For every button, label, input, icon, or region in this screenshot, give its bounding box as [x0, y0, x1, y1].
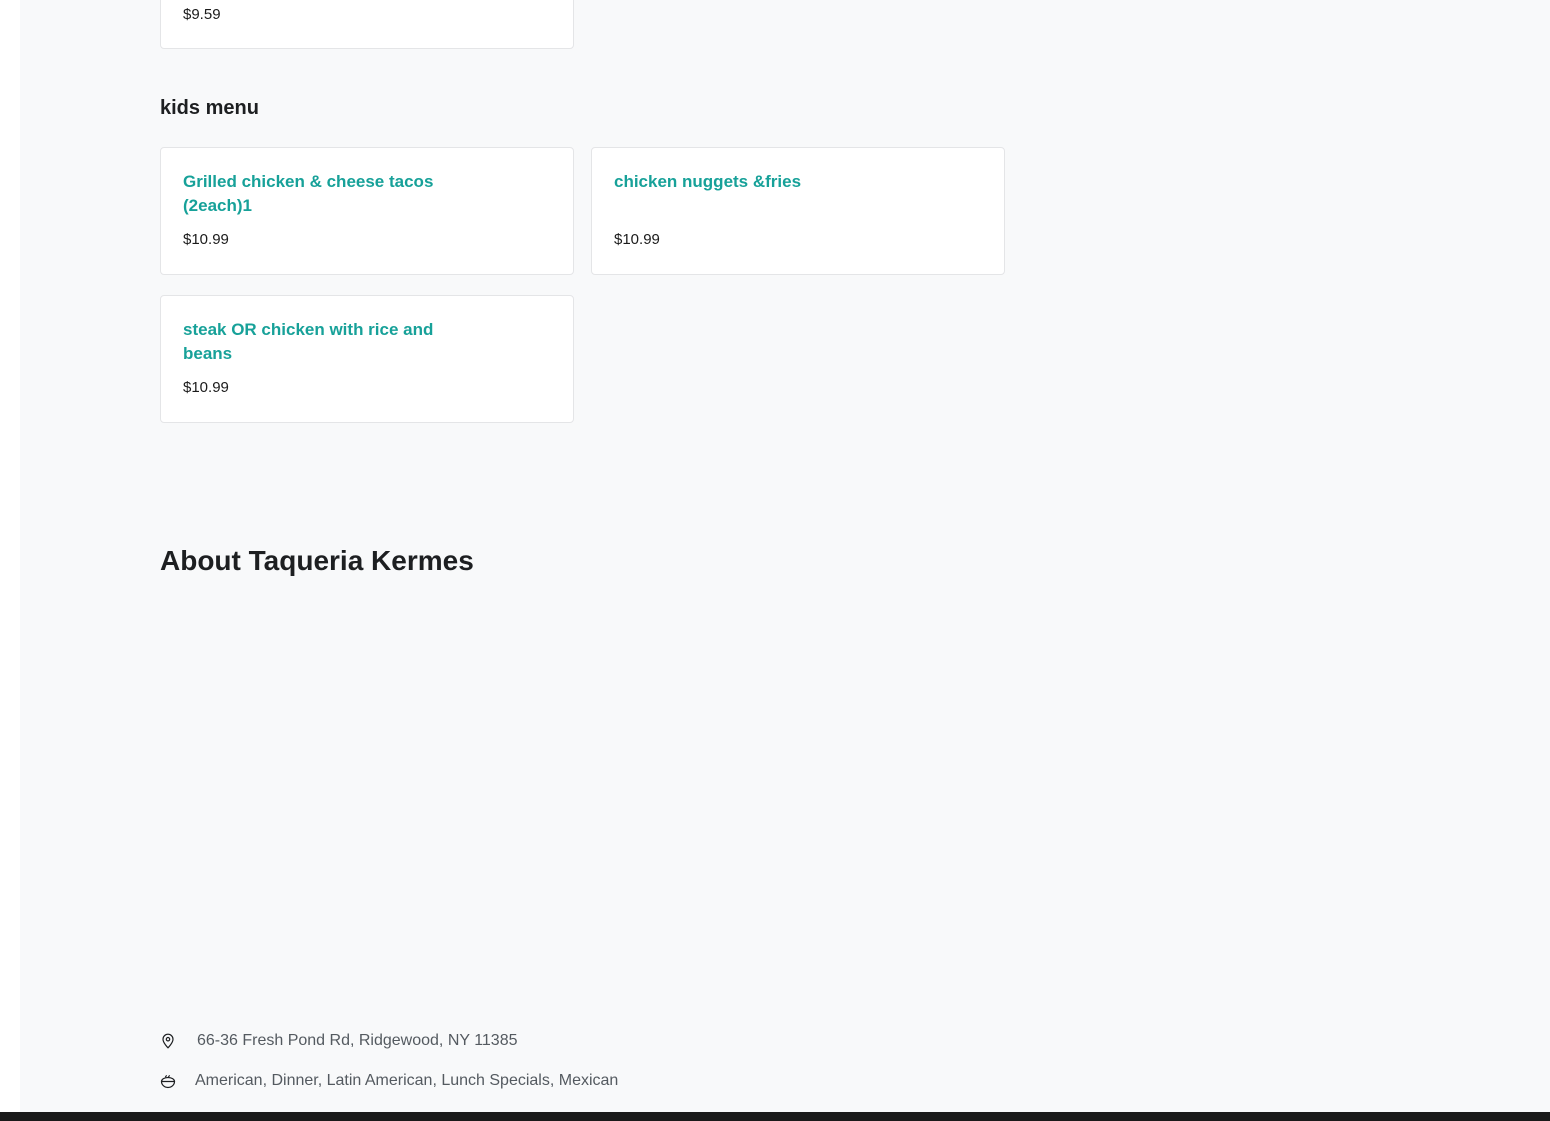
food-bowl-icon	[160, 1073, 176, 1089]
menu-item-price: $9.59	[183, 6, 221, 23]
cuisines-row: American, Dinner, Latin American, Lunch …	[160, 1070, 618, 1092]
menu-item-price: $10.99	[183, 231, 229, 248]
menu-item-card[interactable]: steak OR chicken with rice and beans $10…	[160, 295, 574, 423]
menu-item-card[interactable]: chicken nuggets &fries $10.99	[591, 147, 1005, 275]
bottom-bar	[0, 1112, 1550, 1121]
menu-item-price: $10.99	[183, 379, 229, 396]
menu-item-title[interactable]: Grilled chicken & cheese tacos (2each)1	[183, 170, 453, 218]
menu-item-price: $10.99	[614, 231, 660, 248]
about-heading: About Taqueria Kermes	[160, 545, 474, 576]
menu-item-card[interactable]: Grilled chicken & cheese tacos (2each)1 …	[160, 147, 574, 275]
restaurant-address: 66-36 Fresh Pond Rd, Ridgewood, NY 11385	[197, 1032, 518, 1049]
restaurant-page: $9.59 kids menu Grilled chicken & cheese…	[20, 0, 1550, 1112]
address-row: 66-36 Fresh Pond Rd, Ridgewood, NY 11385	[160, 1030, 518, 1052]
menu-item-card[interactable]: $9.59	[160, 0, 574, 49]
section-heading-kids-menu: kids menu	[160, 97, 259, 119]
menu-item-title[interactable]: chicken nuggets &fries	[614, 170, 884, 194]
menu-item-title[interactable]: steak OR chicken with rice and beans	[183, 318, 453, 366]
map-pin-icon	[160, 1033, 176, 1049]
restaurant-cuisines: American, Dinner, Latin American, Lunch …	[195, 1072, 619, 1089]
